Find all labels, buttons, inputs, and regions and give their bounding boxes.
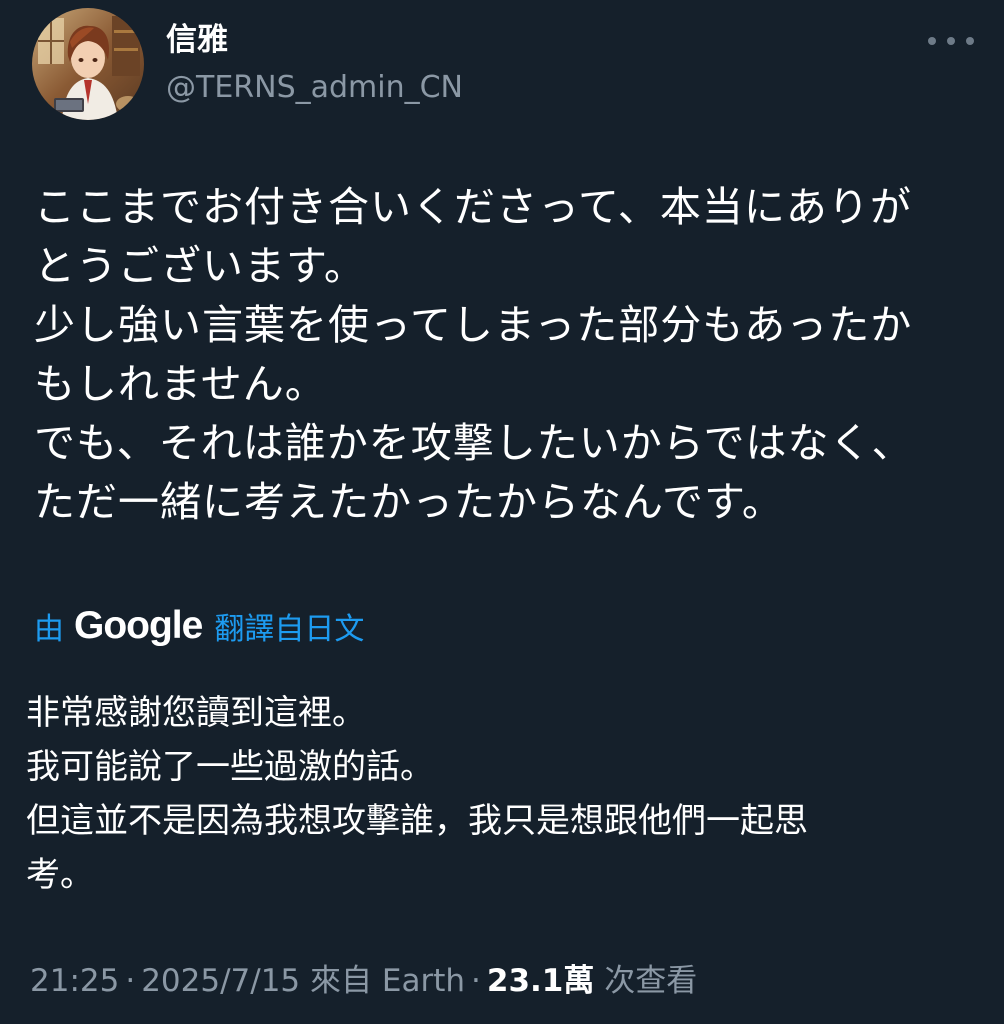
tweet-line: 少し強い言葉を使ってしまった部分もあったか — [34, 301, 913, 349]
avatar-illustration — [32, 8, 144, 120]
user-handle[interactable]: @TERNS_admin_CN — [166, 68, 463, 108]
views-label: 次查看 — [604, 963, 698, 999]
separator: · — [471, 963, 481, 999]
translation-by: 由 — [34, 612, 64, 647]
translated-line: 我可能說了一些過激的話。 — [26, 747, 434, 787]
dot — [928, 37, 936, 45]
avatar[interactable] — [32, 8, 144, 120]
views-count[interactable]: 23.1萬 — [487, 963, 595, 999]
translated-line: 考。 — [26, 855, 94, 895]
tweet-original-text: ここまでお付き合いくださって、本当にありが とうございます。 少し強い言葉を使っ… — [34, 178, 964, 532]
display-name[interactable]: 信雅 — [166, 20, 228, 60]
tweet-date[interactable]: 2025/7/15 — [141, 963, 300, 999]
tweet-line: ただ一緒に考えたかったからなんです。 — [34, 478, 784, 526]
translated-line: 非常感謝您讀到這裡。 — [26, 693, 366, 733]
tweet-line: とうございます。 — [34, 242, 366, 290]
tweet-line: ここまでお付き合いくださって、本当にありが — [34, 183, 912, 231]
tweet-time[interactable]: 21:25 — [30, 963, 119, 999]
tweet-line: でも、それは誰かを攻撃したいからではなく、 — [34, 419, 914, 467]
dot — [947, 37, 955, 45]
translated-line: 但這並不是因為我想攻擊誰，我只是想跟他們一起思 — [26, 801, 808, 841]
tweet-translated-text: 非常感謝您讀到這裡。 我可能說了一些過激的話。 但這並不是因為我想攻擊誰，我只是… — [26, 686, 966, 902]
more-horizontal-icon[interactable] — [928, 26, 974, 56]
separator: · — [125, 963, 136, 999]
translation-label: 翻譯自日文 — [214, 612, 365, 647]
translation-toggle[interactable]: 由 Google 翻譯自日文 — [34, 602, 364, 650]
google-logo: Google — [74, 604, 203, 647]
tweet-line: もしれません。 — [34, 360, 327, 408]
tweet: 信雅 @TERNS_admin_CN ここまでお付き合いくださって、本当にありが… — [0, 0, 1004, 1024]
tweet-meta: 21:25 · 2025/7/15 來自 Earth · 23.1萬 次查看 — [30, 960, 697, 1002]
dot — [966, 37, 974, 45]
tweet-source: 來自 Earth — [310, 963, 466, 999]
